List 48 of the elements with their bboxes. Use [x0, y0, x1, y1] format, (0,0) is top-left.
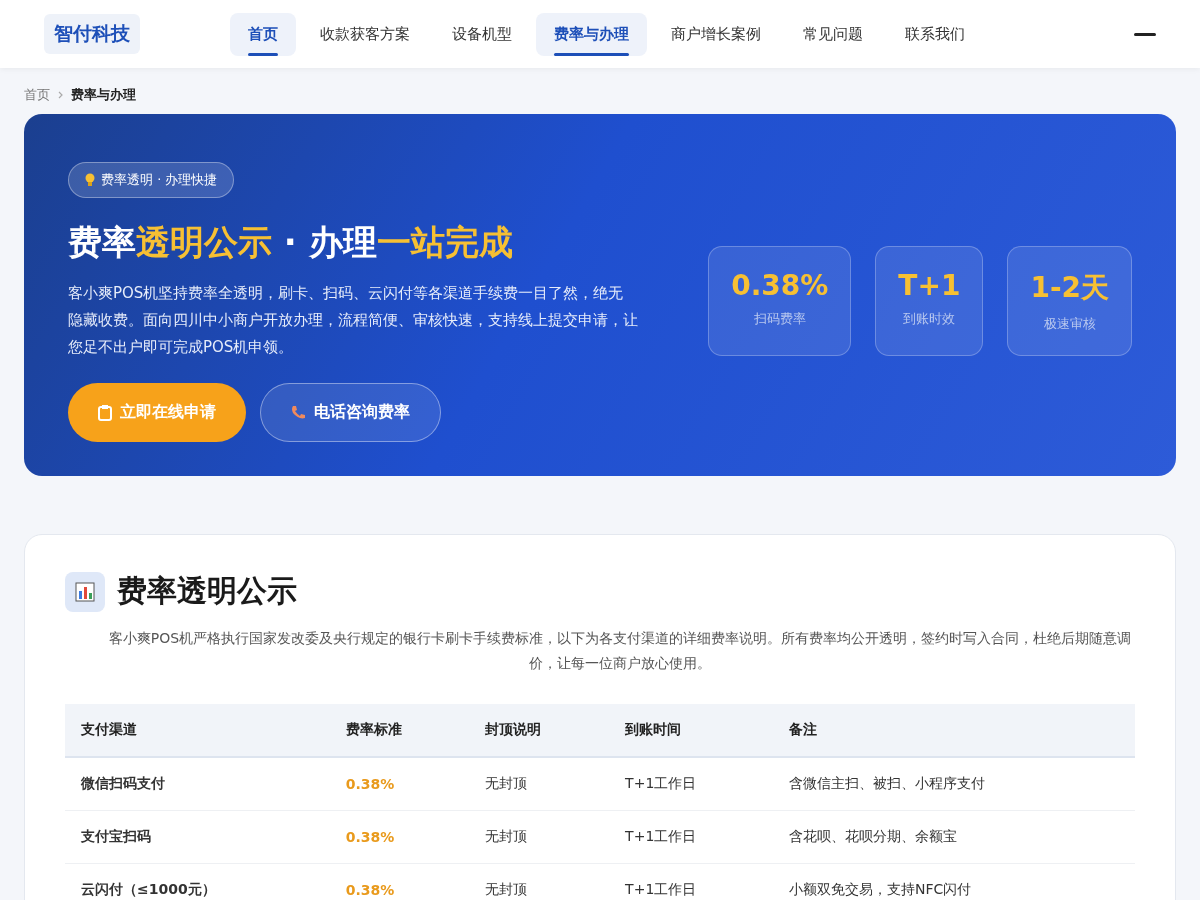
column-header: 备注 — [772, 704, 1135, 757]
stat-value: 1-2天 — [1030, 270, 1109, 306]
call-button[interactable]: 电话咨询费率 — [260, 383, 441, 442]
table-cell: 无封顶 — [469, 810, 610, 864]
table-cell: T+1工作日 — [609, 810, 773, 864]
table-cell: T+1工作日 — [609, 757, 773, 811]
column-header: 费率标准 — [329, 704, 470, 757]
menu-icon[interactable] — [1134, 32, 1156, 36]
stat-value: T+1 — [898, 269, 961, 302]
phone-icon — [291, 405, 306, 420]
stat-label: 扫码费率 — [753, 310, 806, 328]
breadcrumb-link[interactable]: 费率与办理 — [71, 86, 136, 104]
site-logo[interactable]: 智付科技 — [44, 14, 140, 54]
table-cell: 支付宝扫码 — [65, 810, 330, 864]
stat-value: 0.38% — [731, 269, 829, 302]
nav-tab[interactable]: 联系我们 — [887, 12, 983, 56]
nav-tab[interactable]: 设备机型 — [434, 12, 530, 56]
table-cell: 0.38% — [329, 810, 470, 864]
breadcrumb-link[interactable]: 首页 — [24, 86, 50, 104]
stat-label: 极速审核 — [1043, 315, 1096, 333]
bar-chart-icon — [65, 571, 105, 612]
tag-text: 费率透明 · 办理快捷 — [101, 171, 218, 189]
table-cell: 含微信主扫、被扫、小程序支付 — [772, 757, 1135, 811]
nav-tab[interactable]: 费率与办理 — [536, 12, 647, 56]
table-cell: 无封顶 — [469, 863, 610, 900]
table-cell: T+1工作日 — [609, 863, 773, 900]
nav-tab[interactable]: 收款获客方案 — [302, 12, 428, 56]
nav-tab[interactable]: 商户增长案例 — [653, 12, 779, 56]
table-cell: 含花呗、花呗分期、余额宝 — [772, 810, 1135, 864]
clipboard-icon — [98, 404, 112, 421]
lightbulb-icon — [85, 173, 95, 187]
column-header: 到账时间 — [609, 704, 773, 757]
nav-tab[interactable]: 首页 — [230, 12, 296, 56]
table-cell: 无封顶 — [469, 757, 610, 811]
column-header: 封顶说明 — [469, 704, 610, 757]
table-cell: 微信扫码支付 — [65, 757, 330, 811]
stat-label: 到账时效 — [903, 310, 956, 328]
section-intro: 客小爽POS机严格执行国家发改委及央行规定的银行卡刷卡手续费标准，以下为各支付渠道的详细费率说明。所有费率均公开透明，签约时写入合同，杜绝后期随意调价，让每一位商户放心使用。 — [107, 629, 1133, 673]
table-cell: 0.38% — [329, 757, 470, 811]
column-header: 支付渠道 — [65, 704, 330, 757]
nav-tab[interactable]: 常见问题 — [785, 12, 881, 56]
hero-title: 费率透明公示 · 办理一站完成 — [68, 221, 513, 264]
table-cell: 小额双免交易，支持NFC闪付 — [772, 863, 1135, 900]
chevron-icon — [58, 91, 63, 99]
table-cell: 云闪付（≤1000元） — [65, 863, 330, 900]
table-cell: 0.38% — [329, 863, 470, 900]
section-title: 费率透明公示 — [117, 572, 297, 610]
hero-description: 客小爽POS机坚持费率全透明，刷卡、扫码、云闪付等各渠道手续费一目了然，绝无隐藏收费。面向四川中小商户开放办理，流程简便、审核快速，支持线上提交申请，让您足不出户即可完成POS机申领。 — [68, 283, 638, 358]
